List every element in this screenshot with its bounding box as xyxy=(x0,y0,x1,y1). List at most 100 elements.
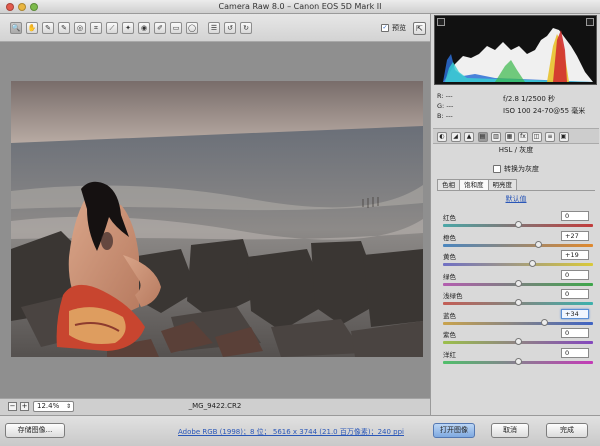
panel-tab-strip: ◐ ◢ ▲ ▤ ▥ ▦ fx ◫ ≡ ▣ xyxy=(433,128,599,144)
spot-removal-tool-button[interactable]: ✦ xyxy=(122,22,134,34)
photo-image xyxy=(11,81,423,357)
slider-value-field[interactable]: 0 xyxy=(561,289,589,299)
detail-tab-icon[interactable]: ▲ xyxy=(464,132,474,142)
r-label: R: xyxy=(437,92,444,100)
slider-thumb[interactable] xyxy=(529,260,537,267)
snapshots-tab-icon[interactable]: ▣ xyxy=(558,132,569,142)
convert-grayscale-label: 转换为灰度 xyxy=(504,165,539,173)
slider-row: 绿色 0 xyxy=(437,269,595,290)
slider-track[interactable] xyxy=(443,240,593,248)
lens-corrections-tab-icon[interactable]: ▦ xyxy=(504,132,515,142)
slider-label: 蓝色 xyxy=(443,311,456,320)
slider-track[interactable] xyxy=(443,318,593,326)
rotate-left-button[interactable]: ↺ xyxy=(224,22,236,34)
slider-row: 洋红 0 xyxy=(437,347,595,368)
presets-tab-icon[interactable]: ≡ xyxy=(545,132,555,142)
slider-row: 红色 0 xyxy=(437,211,595,231)
toolbar: 🔍 ✋ ✎ ✎ ◎ ⌗ ⟋ ✦ ◉ ✐ ▭ ◯ ☰ ↺ ↻ ✓ 预览 ⇱ xyxy=(0,14,430,42)
g-label: G: xyxy=(437,102,445,110)
preview-toggle[interactable]: ✓ 预览 xyxy=(381,23,406,33)
slider-value-field[interactable]: 0 xyxy=(561,347,589,358)
histogram-graph xyxy=(443,28,593,82)
white-balance-tool-icon: ✎ xyxy=(45,24,51,32)
slider-thumb[interactable] xyxy=(515,338,522,345)
workflow-options-link[interactable]: Adobe RGB (1998)；8 位； 5616 x 3744 (21.0 … xyxy=(178,427,404,437)
slider-value-field[interactable]: +27 xyxy=(561,230,589,241)
camera-calibration-tab-icon[interactable]: ◫ xyxy=(531,132,542,142)
cancel-button[interactable]: 取消 xyxy=(491,423,529,438)
zoom-window-button[interactable] xyxy=(30,3,38,11)
open-image-button[interactable]: 打开图像 xyxy=(433,423,475,438)
done-button[interactable]: 完成 xyxy=(546,423,588,438)
white-balance-tool-button[interactable]: ✎ xyxy=(42,22,54,34)
slider-label: 红色 xyxy=(443,214,456,222)
zoom-tool-icon: 🔍 xyxy=(11,24,21,32)
red-eye-tool-button[interactable]: ◉ xyxy=(138,22,150,34)
slider-track[interactable] xyxy=(443,260,593,267)
adjustments-panel: R: --- G: --- B: --- f/2.8 1/2500 秒 ISO … xyxy=(430,14,600,415)
fullscreen-icon: ⇱ xyxy=(416,24,423,33)
rotate-left-icon: ↺ xyxy=(227,24,233,32)
default-link[interactable]: 默认值 xyxy=(437,194,595,204)
slider-label: 浅绿色 xyxy=(443,292,463,300)
slider-value-field[interactable]: +19 xyxy=(561,250,589,260)
slider-thumb[interactable] xyxy=(515,299,522,306)
slider-track[interactable] xyxy=(443,221,593,228)
preferences-button[interactable]: ☰ xyxy=(208,22,220,34)
slider-row: 浅绿色 0 xyxy=(437,289,595,309)
slider-track[interactable] xyxy=(443,357,593,365)
slider-thumb[interactable] xyxy=(515,357,522,365)
preview-checkbox[interactable]: ✓ xyxy=(381,24,389,32)
hand-tool-button[interactable]: ✋ xyxy=(26,22,38,34)
slider-track[interactable] xyxy=(443,338,593,345)
r-value: --- xyxy=(445,92,453,100)
photo-preview[interactable] xyxy=(11,81,423,357)
adjustment-brush-icon: ✐ xyxy=(157,24,163,32)
slider-track[interactable] xyxy=(443,299,593,306)
tone-curve-tab-icon[interactable]: ◢ xyxy=(450,132,461,142)
radial-filter-button[interactable]: ◯ xyxy=(186,22,198,34)
targeted-adjustment-tool-icon: ◎ xyxy=(76,24,84,32)
basic-tab-icon[interactable]: ◐ xyxy=(437,132,447,142)
slider-thumb[interactable] xyxy=(535,240,543,248)
slider-track[interactable] xyxy=(443,279,593,287)
save-image-button[interactable]: 存储图像... xyxy=(5,423,65,438)
slider-value-field[interactable]: 0 xyxy=(561,269,589,280)
adjustment-brush-button[interactable]: ✐ xyxy=(154,22,166,34)
close-window-button[interactable] xyxy=(6,3,14,11)
straighten-tool-button[interactable]: ⟋ xyxy=(106,22,118,34)
panel-section-title: HSL / 灰度 xyxy=(498,146,534,154)
highlight-clipping-toggle[interactable] xyxy=(586,18,594,26)
file-name: _MG_9422.CR2 xyxy=(188,402,242,410)
fullscreen-toggle-button[interactable]: ⇱ xyxy=(413,22,426,35)
slider-label: 洋红 xyxy=(443,350,456,359)
slider-thumb[interactable] xyxy=(540,318,548,326)
convert-grayscale-option[interactable]: 转换为灰度 xyxy=(493,164,539,174)
hsl-tab-icon[interactable]: ▤ xyxy=(477,132,488,142)
preview-label: 预览 xyxy=(392,24,406,32)
slider-value-field[interactable]: 0 xyxy=(561,211,589,221)
minimize-window-button[interactable] xyxy=(18,3,26,11)
red-eye-tool-icon: ◉ xyxy=(140,24,148,32)
slider-thumb[interactable] xyxy=(515,221,522,228)
slider-value-field[interactable]: +34 xyxy=(561,308,589,319)
slider-thumb[interactable] xyxy=(515,279,522,287)
saturation-sliders: 默认值 红色 0 橙色 +27 黄色 +19 绿色 0 浅绿色 0 蓝色 +34 紫色 0 洋红 0 xyxy=(437,190,595,365)
exposure-info: f/2.8 1/2500 秒 xyxy=(503,95,556,103)
effects-tab-icon[interactable]: fx xyxy=(518,132,528,142)
graduated-filter-button[interactable]: ▭ xyxy=(170,22,182,34)
split-toning-tab-icon[interactable]: ▥ xyxy=(491,132,501,142)
graduated-filter-icon: ▭ xyxy=(172,24,180,32)
zoom-tool-button[interactable]: 🔍 xyxy=(10,22,22,34)
targeted-adjustment-tool-button[interactable]: ◎ xyxy=(74,22,86,34)
shadow-clipping-toggle[interactable] xyxy=(437,18,445,26)
convert-grayscale-checkbox[interactable] xyxy=(493,165,501,173)
straighten-tool-icon: ⟋ xyxy=(109,24,115,32)
rotate-right-button[interactable]: ↻ xyxy=(240,22,252,34)
crop-tool-button[interactable]: ⌗ xyxy=(90,22,102,34)
slider-value-field[interactable]: 0 xyxy=(561,328,589,338)
color-sampler-tool-button[interactable]: ✎ xyxy=(58,22,70,34)
hand-tool-icon: ✋ xyxy=(27,24,37,32)
crop-tool-icon: ⌗ xyxy=(94,24,98,32)
image-preview-area[interactable] xyxy=(0,42,430,398)
